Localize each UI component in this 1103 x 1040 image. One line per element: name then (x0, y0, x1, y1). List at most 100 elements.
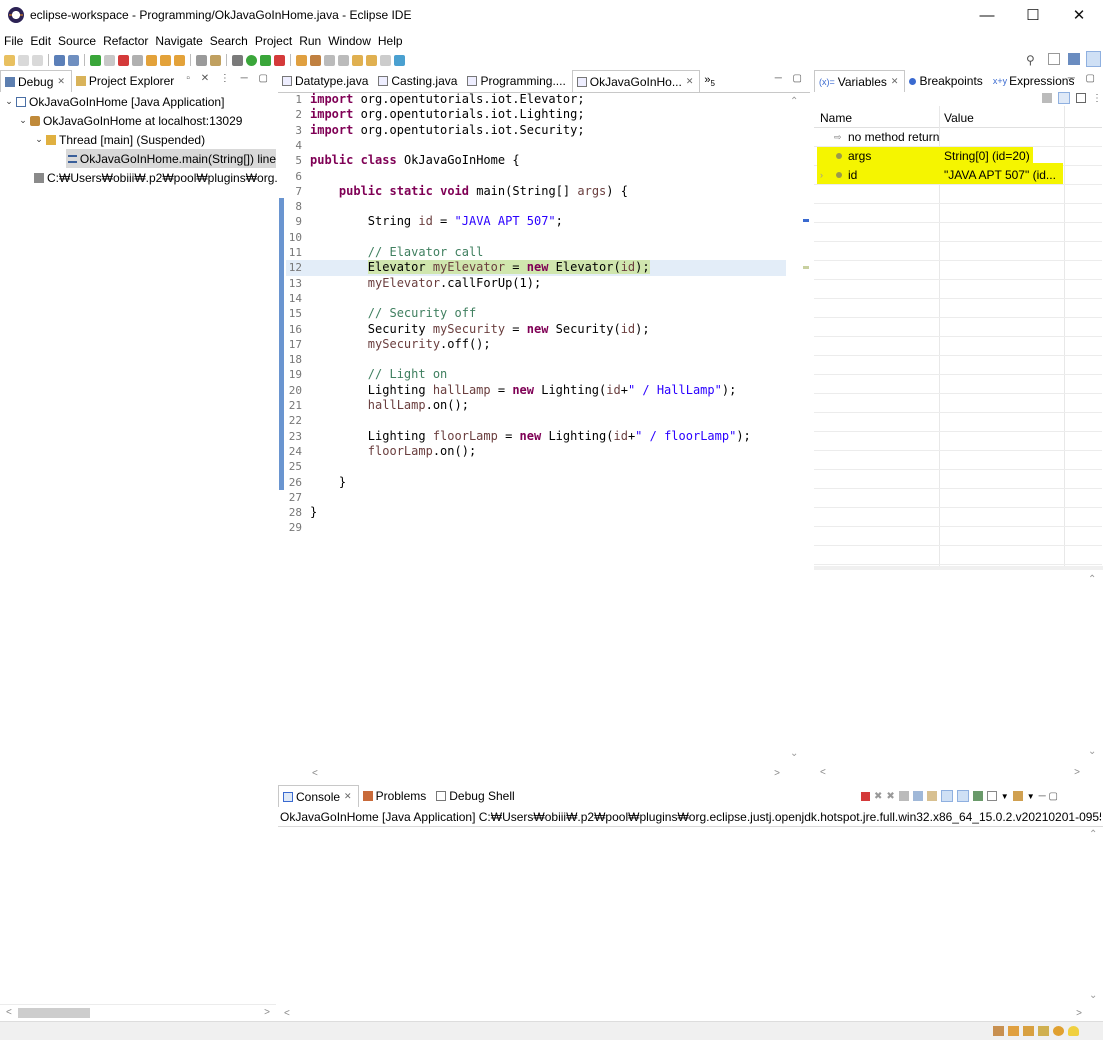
tab-casting-java[interactable]: Casting.java (374, 70, 463, 92)
code-line[interactable]: 10 (286, 230, 786, 245)
code-line[interactable]: 27 (286, 490, 786, 505)
code-line[interactable]: 9 String id = "JAVA APT 507"; (286, 214, 786, 229)
trim-icon[interactable] (1023, 1026, 1034, 1036)
previous-annotation-icon[interactable] (338, 54, 349, 66)
code-line[interactable]: 7 public static void main(String[] args)… (286, 184, 786, 199)
code-line[interactable]: 19 // Light on (286, 367, 786, 382)
pin-console-icon[interactable] (972, 791, 983, 801)
view-menu-icon[interactable]: ▫ ✕ ⋮ ─ ▢ (186, 73, 272, 84)
tab-okjavagoinhome[interactable]: OkJavaGoInHo... ✕ (571, 70, 701, 92)
drop-to-frame-icon[interactable] (196, 54, 207, 66)
new-java-package-icon[interactable] (310, 54, 321, 66)
scroll-right-icon[interactable]: > (1074, 767, 1080, 778)
menu-refactor[interactable]: Refactor (103, 34, 148, 48)
close-icon[interactable]: ✕ (344, 791, 352, 802)
progress-icon[interactable] (1053, 1026, 1064, 1036)
resume-icon[interactable] (90, 54, 101, 66)
tab-variables[interactable]: (x)= Variables ✕ (814, 70, 906, 92)
menu-search[interactable]: Search (210, 34, 248, 48)
menu-file[interactable]: File (4, 34, 23, 48)
variable-row-return[interactable]: ⇨ no method return (814, 128, 1102, 147)
chevron-down-icon[interactable]: ⌄ (18, 115, 28, 126)
code-line[interactable]: 15 // Security off (286, 306, 786, 321)
code-line[interactable]: 24 floorLamp.on(); (286, 444, 786, 459)
maximize-button[interactable]: ☐ (1010, 0, 1056, 30)
skip-breakpoints-icon[interactable] (68, 54, 79, 66)
view-minmax[interactable]: ─ ▢ (1068, 73, 1099, 84)
code-line[interactable]: 12 Elevator myElevator = new Elevator(id… (286, 260, 786, 276)
code-line[interactable]: 6 (286, 169, 786, 184)
scroll-down-icon[interactable]: ⌄ (1088, 746, 1096, 757)
new-java-project-icon[interactable] (296, 54, 307, 66)
column-header-name[interactable]: Name (820, 111, 852, 125)
tab-debug-shell[interactable]: Debug Shell (432, 785, 520, 807)
terminate-icon[interactable] (118, 54, 129, 66)
scroll-up-icon[interactable]: ⌃ (1089, 829, 1097, 840)
code-line[interactable]: 13 myElevator.callForUp(1); (286, 276, 786, 291)
remove-all-icon[interactable]: ✖ (886, 791, 894, 802)
console-horizontal-scrollbar[interactable]: < > (278, 1005, 1088, 1021)
scroll-up-icon[interactable]: ⌃ (790, 96, 798, 107)
open-perspective-icon[interactable] (1048, 53, 1060, 65)
code-line[interactable]: 18 (286, 352, 786, 367)
java-perspective-icon[interactable] (1068, 53, 1080, 65)
tree-item-java-application[interactable]: ⌄ OkJavaGoInHome [Java Application] (4, 92, 224, 111)
scroll-right-icon[interactable]: > (774, 768, 780, 779)
step-into-icon[interactable] (146, 54, 157, 66)
tree-item-thread[interactable]: ⌄ Thread [main] (Suspended) (34, 130, 205, 149)
scroll-left-icon[interactable]: < (6, 1007, 12, 1018)
tab-console[interactable]: Console ✕ (278, 785, 359, 807)
forward-icon[interactable] (380, 54, 391, 66)
disconnect-icon[interactable] (132, 54, 143, 66)
tab-project-explorer[interactable]: Project Explorer (72, 70, 180, 92)
scroll-left-icon[interactable]: < (284, 1008, 290, 1019)
tree-item-process[interactable]: C:₩Users₩obiii₩.p2₩pool₩plugins₩org.e (34, 168, 284, 187)
code-line[interactable]: 23 Lighting floorLamp = new Lighting(id+… (286, 429, 786, 444)
display-selected-console-icon[interactable] (986, 791, 997, 801)
clear-console-icon[interactable] (898, 791, 909, 801)
scroll-lock-icon[interactable] (912, 791, 923, 801)
code-line[interactable]: 8 (286, 199, 786, 214)
editor-horizontal-scrollbar[interactable]: < > (306, 765, 786, 781)
variable-detail-pane[interactable] (814, 570, 1086, 764)
column-header-value[interactable]: Value (944, 111, 974, 125)
trim-icon[interactable] (993, 1026, 1004, 1036)
tab-problems[interactable]: Problems (359, 785, 433, 807)
tab-debug[interactable]: Debug ✕ (0, 70, 72, 92)
chevron-right-icon[interactable]: › (820, 166, 823, 185)
save-icon[interactable] (18, 54, 29, 66)
editor-minmax[interactable]: ─ ▢ (775, 73, 806, 84)
tree-item-stack-frame[interactable]: OkJavaGoInHome.main(String[]) line (66, 149, 276, 168)
code-line[interactable]: 26 } (286, 475, 786, 490)
trim-icon[interactable] (1008, 1026, 1019, 1036)
debug-icon[interactable] (232, 54, 243, 66)
code-line[interactable]: 14 (286, 291, 786, 306)
code-line[interactable]: 16 Security mySecurity = new Security(id… (286, 322, 786, 337)
trim-icon[interactable] (1038, 1026, 1049, 1036)
menu-edit[interactable]: Edit (30, 34, 51, 48)
tip-icon[interactable] (1068, 1026, 1079, 1036)
step-return-icon[interactable] (174, 54, 185, 66)
chevron-down-icon[interactable]: ▼ (1027, 792, 1035, 801)
remove-launch-icon[interactable]: ✖ (874, 791, 882, 802)
search-icon[interactable]: ⚲ (1026, 53, 1035, 67)
new-icon[interactable] (4, 54, 15, 66)
code-line[interactable]: 22 (286, 413, 786, 428)
code-line[interactable]: 5 public class OkJavaGoInHome { (286, 153, 786, 168)
menu-source[interactable]: Source (58, 34, 96, 48)
show-logical-structure-icon[interactable] (1058, 92, 1070, 104)
code-line[interactable]: 21 hallLamp.on(); (286, 398, 786, 413)
code-line[interactable]: 28} (286, 505, 786, 520)
scroll-right-icon[interactable]: > (264, 1007, 270, 1018)
tab-datatype-java[interactable]: Datatype.java (278, 70, 374, 92)
menu-help[interactable]: Help (378, 34, 403, 48)
close-icon[interactable]: ✕ (57, 76, 65, 87)
word-wrap-icon[interactable] (926, 791, 937, 801)
scroll-left-icon[interactable]: < (820, 767, 826, 778)
code-line[interactable]: 4 (286, 138, 786, 153)
scroll-up-icon[interactable]: ⌃ (1088, 574, 1096, 585)
menu-navigate[interactable]: Navigate (155, 34, 202, 48)
scroll-left-icon[interactable]: < (312, 768, 318, 779)
code-line[interactable]: 20 Lighting hallLamp = new Lighting(id+"… (286, 383, 786, 398)
menu-project[interactable]: Project (255, 34, 292, 48)
